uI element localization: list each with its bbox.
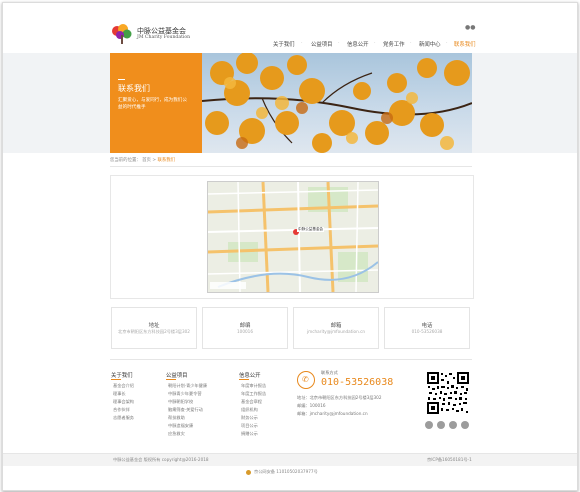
logo[interactable] xyxy=(109,23,135,49)
divider xyxy=(110,166,472,167)
nav-about[interactable]: 关于我们 xyxy=(273,40,295,48)
footer-link[interactable]: 中脉造福安康 xyxy=(168,423,193,429)
copyright-bar: 中脉公益基金会 版权所有 copyright@2016-2018 京ICP备16… xyxy=(3,453,577,466)
hero-subtitle-1: 汇聚爱心，与爱同行，成为我们公 xyxy=(118,98,187,103)
nav-separator: · xyxy=(446,40,448,46)
weibo-icon[interactable] xyxy=(425,421,433,429)
footer-link[interactable]: 中脉青少年夏令营 xyxy=(168,391,202,397)
contact-zip: 邮编：100016 xyxy=(297,403,326,408)
qr-code xyxy=(426,371,470,415)
phone-icon: ✆ xyxy=(297,371,315,389)
nav-separator: · xyxy=(338,40,340,46)
footer-link[interactable]: 脑瘫筛查·关爱行动 xyxy=(168,407,203,413)
nav-news[interactable]: 新闻中心 xyxy=(419,40,441,48)
footer-link[interactable]: 项目公示 xyxy=(241,423,258,429)
card-phone: 电话 010-53526038 xyxy=(384,307,470,349)
nav-disclosure[interactable]: 信息公开 xyxy=(347,40,369,48)
police-badge-icon xyxy=(246,470,251,475)
maple-leaves-image xyxy=(202,53,472,153)
footer-link[interactable]: 应急救灾 xyxy=(168,431,185,437)
nav-separator: · xyxy=(410,40,412,46)
nav-projects[interactable]: 公益项目 xyxy=(311,40,333,48)
wechat-icon[interactable]: ●● xyxy=(465,24,475,31)
card-value: 100016 xyxy=(237,329,253,334)
icp-number[interactable]: 京ICP备16050181号-1 xyxy=(427,457,472,463)
footer-link[interactable]: 理事长 xyxy=(113,391,126,397)
contact-email: 邮箱：jmcharity@jmfoundation.cn xyxy=(297,411,368,416)
footer-col3-title[interactable]: 信息公开 xyxy=(239,371,261,379)
nav-separator: · xyxy=(301,40,303,46)
footer-link[interactable]: 基金会章程 xyxy=(241,399,262,405)
card-zip: 邮编 100016 xyxy=(202,307,288,349)
browser-frame: 中脉公益基金会 JM Charity Foundation ●● 关于我们 · … xyxy=(2,2,578,491)
footer-link[interactable]: 捐赠公示 xyxy=(241,431,258,437)
underline xyxy=(166,379,176,380)
hero-title-box: 联系我们 汇聚爱心，与爱同行，成为我们公 益的时代推手 xyxy=(110,53,202,153)
footer-link[interactable]: 年度工作报告 xyxy=(241,391,266,397)
qq-icon[interactable] xyxy=(449,421,457,429)
nav-contact[interactable]: 联系我们 xyxy=(454,40,476,48)
street-map-image xyxy=(208,182,378,292)
footer-link[interactable]: 基金会介绍 xyxy=(113,383,134,389)
breadcrumb-current: 联系我们 xyxy=(157,158,176,163)
underline xyxy=(111,379,121,380)
card-title: 邮编 xyxy=(239,323,251,329)
card-email: 邮箱 jmcharity@jmfoundation.cn xyxy=(293,307,379,349)
hero-title: 联系我们 xyxy=(118,84,150,93)
footer-link[interactable]: 朝阳计划·青少年健康 xyxy=(168,383,207,389)
contact-address: 地址：北京市朝阳区东方科技园2号楼3层302 xyxy=(297,395,382,400)
card-title: 电话 xyxy=(421,323,433,329)
breadcrumb: 您当前的位置： 首页 > 联系我们 xyxy=(110,157,175,163)
footer-link[interactable]: 中脉朝阳学校 xyxy=(168,399,193,405)
tree-logo-icon xyxy=(112,24,132,44)
footer-link[interactable]: 财务公示 xyxy=(241,415,258,421)
logo-en-text: JM Charity Foundation xyxy=(137,35,191,40)
contact-phone: 010-53526038 xyxy=(321,377,394,388)
contact-title: 联系方式 xyxy=(321,370,338,375)
footer-link[interactable]: 年度审计报告 xyxy=(241,383,266,389)
card-value: 北京市朝阳区东方科技园2号楼3层302 xyxy=(118,329,190,334)
copyright-text: 中脉公益基金会 版权所有 copyright@2016-2018 xyxy=(113,457,209,462)
nav-separator: · xyxy=(374,40,376,46)
police-record[interactable]: 京公网安备 11010502037977号 xyxy=(254,469,318,475)
hero-leaves-image xyxy=(202,53,472,153)
divider xyxy=(110,359,472,360)
footer-col1-title[interactable]: 关于我们 xyxy=(111,371,133,379)
breadcrumb-sep: > xyxy=(152,158,157,163)
footer-link[interactable]: 理事会架构 xyxy=(113,399,134,405)
footer-link[interactable]: 志愿者服务 xyxy=(113,415,134,421)
card-title: 邮箱 xyxy=(330,323,342,329)
nav-party[interactable]: 党务工作 xyxy=(383,40,405,48)
qr-code-icon xyxy=(426,371,470,415)
card-address: 地址 北京市朝阳区东方科技园2号楼3层302 xyxy=(111,307,197,349)
location-map[interactable]: 中脉公益基金会 xyxy=(207,181,379,293)
card-value: 010-53526038 xyxy=(411,329,443,334)
underline xyxy=(239,379,249,380)
share-icon[interactable] xyxy=(461,421,469,429)
wechat-social-icon[interactable] xyxy=(437,421,445,429)
footer-link[interactable]: 帮扶救助 xyxy=(168,415,185,421)
hero-dash xyxy=(118,79,125,80)
footer-link[interactable]: 组织机构 xyxy=(241,407,258,413)
footer-link[interactable]: 合作伙伴 xyxy=(113,407,130,413)
footer-col2-title[interactable]: 公益项目 xyxy=(166,371,188,379)
card-title: 地址 xyxy=(148,323,160,329)
hero-subtitle-2: 益的时代推手 xyxy=(118,105,146,110)
breadcrumb-home[interactable]: 首页 xyxy=(142,158,151,163)
breadcrumb-prefix: 您当前的位置： xyxy=(110,158,141,163)
map-marker-label: 中脉公益基金会 xyxy=(297,227,325,232)
card-value: jmcharity@jmfoundation.cn xyxy=(306,329,366,334)
